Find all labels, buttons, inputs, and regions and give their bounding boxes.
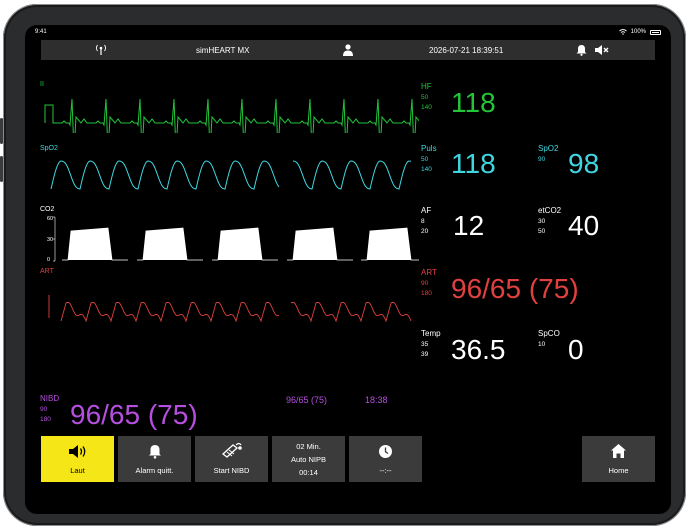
home-label: Home	[608, 466, 629, 475]
temp-high-limit: 39	[421, 350, 429, 358]
tablet-frame: 9:41 100% simHEART MX 2026-07-21 18:39:5…	[0, 4, 686, 526]
art-waveform	[48, 295, 412, 323]
alarm-ack-button[interactable]: Alarm quitt.	[118, 436, 191, 482]
af-low-limit: 8	[421, 218, 425, 225]
nibd-value: 96/65 (75)	[70, 399, 198, 430]
puls-value: 118	[451, 148, 496, 179]
speaker-mute-icon[interactable]	[594, 44, 610, 56]
af-high-limit: 20	[421, 227, 429, 235]
cuff-icon	[221, 442, 242, 458]
home-icon	[611, 444, 626, 458]
art-wave-label: ART	[40, 268, 54, 275]
spo2-limits: 90	[538, 155, 545, 165]
puls-label: Puls	[421, 144, 437, 153]
puls-limits: 50 140	[421, 155, 432, 175]
alarm-ack-label: Alarm quitt.	[135, 466, 174, 475]
nibd-last-time: 18:38	[365, 395, 388, 405]
header-bar: simHEART MX 2026-07-21 18:39:51	[41, 40, 655, 60]
battery-percent: 100%	[630, 29, 646, 35]
etco2-limits: 30 50	[538, 217, 545, 237]
art-value: 96/65 (75)	[451, 273, 579, 304]
person-icon[interactable]	[343, 44, 353, 56]
etco2-low-limit: 30	[538, 218, 546, 225]
antenna-icon[interactable]	[94, 43, 108, 56]
spo2-waveform	[50, 160, 412, 190]
side-button	[0, 156, 3, 182]
laut-button[interactable]: Laut	[41, 436, 114, 482]
header-datetime: 2026-07-21 18:39:51	[429, 46, 504, 55]
clock-icon	[379, 445, 392, 458]
bell-icon	[149, 445, 161, 459]
ecg-wave-label: II	[40, 81, 44, 88]
ecg-waveform	[44, 98, 419, 133]
spco-value: 0	[568, 334, 584, 365]
nibd-low-limit: 90	[40, 406, 48, 413]
af-label: AF	[421, 206, 432, 215]
temp-low-limit: 35	[421, 341, 429, 348]
start-nibd-button[interactable]: Start NIBD	[195, 436, 268, 482]
monitor-screen: 9:41 100% simHEART MX 2026-07-21 18:39:5…	[25, 25, 671, 514]
hf-label: HF	[421, 82, 432, 91]
art-limits: 90 180	[421, 279, 432, 299]
etco2-value: 40	[568, 210, 600, 241]
art-low-limit: 90	[421, 280, 429, 287]
etco2-label: etCO2	[538, 206, 562, 215]
interval-minutes: 02 Min.	[296, 442, 321, 451]
etco2-high-limit: 50	[538, 227, 546, 235]
nibd-label: NIBD	[40, 394, 60, 403]
hf-low-limit: 50	[421, 94, 429, 101]
wifi-icon	[618, 29, 627, 35]
app-title: simHEART MX	[196, 46, 250, 55]
battery-icon	[650, 29, 661, 35]
af-value: 12	[453, 210, 485, 241]
auto-nipb-interval-button[interactable]: 02 Min. Auto NIPB 00:14	[272, 436, 345, 482]
co2-waveform	[53, 216, 419, 262]
puls-high-limit: 140	[421, 165, 432, 173]
art-label: ART	[421, 268, 437, 277]
ios-status-bar: 9:41 100%	[25, 25, 671, 39]
puls-low-limit: 50	[421, 156, 429, 163]
timer-button[interactable]: --:--	[349, 436, 422, 482]
spco-low-limit: 10	[538, 341, 546, 348]
speaker-icon	[69, 445, 86, 458]
laut-label: Laut	[70, 466, 85, 475]
home-button[interactable]: Home	[582, 436, 655, 482]
interval-countdown: 00:14	[299, 468, 318, 477]
spo2-wave-label: SpO2	[40, 145, 58, 152]
interval-mode: Auto NIPB	[290, 455, 327, 464]
start-nibd-label: Start NIBD	[213, 466, 250, 475]
co2-wave-label: CO2	[40, 206, 55, 213]
nibd-high-limit: 180	[40, 415, 51, 423]
timer-label: --:--	[379, 466, 392, 475]
spo2-label: SpO2	[538, 144, 559, 153]
temp-limits: 35 39	[421, 340, 428, 360]
af-limits: 8 20	[421, 217, 428, 237]
art-high-limit: 180	[421, 289, 432, 297]
side-button	[0, 118, 3, 144]
temp-value: 36.5	[451, 334, 506, 365]
hf-value: 118	[451, 87, 496, 118]
bell-icon[interactable]	[576, 44, 587, 56]
temp-label: Temp	[421, 329, 441, 338]
spo2-low-limit: 90	[538, 156, 546, 163]
spco-limits: 10	[538, 340, 545, 350]
spo2-value: 98	[568, 148, 600, 179]
clock-time: 9:41	[35, 29, 47, 35]
nibd-last-value: 96/65 (75)	[286, 395, 328, 405]
spco-label: SpCO	[538, 329, 560, 338]
hf-high-limit: 140	[421, 103, 432, 111]
nibd-limits: 90 180	[40, 405, 51, 425]
hf-limits: 50 140	[421, 93, 432, 113]
